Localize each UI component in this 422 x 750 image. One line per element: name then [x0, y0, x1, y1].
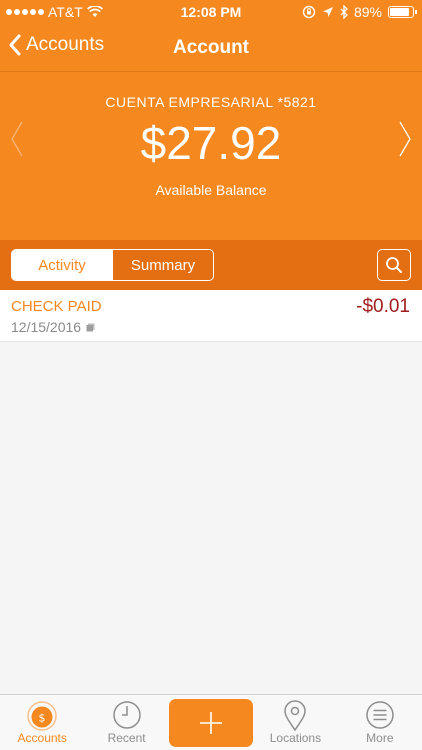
- tab-more[interactable]: More: [338, 695, 422, 750]
- battery-fill: [390, 8, 409, 16]
- map-pin-icon: [284, 700, 307, 732]
- tab-more-label: More: [366, 731, 394, 745]
- nav-bar: Accounts Account: [0, 24, 422, 72]
- battery-percent: 89%: [353, 4, 382, 20]
- rotation-lock-icon: [302, 5, 316, 19]
- status-right: 89%: [302, 4, 417, 20]
- plus-icon: [200, 711, 223, 734]
- account-name: CUENTA EMPRESARIAL *5821: [105, 94, 317, 110]
- activity-list: CHECK PAID 12/15/2016 -$0.01: [0, 290, 422, 694]
- tab-recent[interactable]: Recent: [84, 695, 168, 750]
- balance-panel: CUENTA EMPRESARIAL *5821 $27.92 Availabl…: [0, 72, 422, 240]
- transaction-description: CHECK PAID: [11, 298, 102, 315]
- svg-text:$: $: [39, 712, 46, 725]
- tab-accounts[interactable]: $ Accounts: [0, 695, 84, 750]
- back-button[interactable]: Accounts: [8, 34, 104, 56]
- tab-activity[interactable]: Activity: [12, 250, 112, 280]
- transaction-date: 12/15/2016: [11, 319, 82, 335]
- dollar-circle-icon: $: [27, 701, 57, 731]
- battery-icon: [388, 6, 417, 18]
- document-icon: [86, 323, 95, 331]
- tab-locations[interactable]: Locations: [253, 695, 337, 750]
- location-arrow-icon: [322, 7, 333, 17]
- chevron-right-icon: [399, 121, 411, 157]
- balance-label: Available Balance: [155, 182, 267, 198]
- tab-summary[interactable]: Summary: [112, 250, 213, 280]
- back-button-label: Accounts: [26, 34, 105, 55]
- balance-amount: $27.92: [140, 117, 282, 169]
- add-button-body: [169, 698, 254, 747]
- tab-bar: $ Accounts Recent Locations More: [0, 694, 422, 750]
- clock-icon: [112, 701, 141, 729]
- add-button[interactable]: [169, 695, 254, 750]
- tab-locations-label: Locations: [269, 731, 322, 745]
- transaction-row[interactable]: CHECK PAID 12/15/2016 -$0.01: [0, 290, 422, 342]
- bluetooth-icon: [340, 5, 348, 19]
- tab-recent-label: Recent: [107, 731, 146, 745]
- menu-icon: [366, 701, 394, 729]
- chevron-left-icon: [9, 34, 21, 56]
- transaction-date-line: 12/15/2016: [11, 319, 95, 335]
- status-bar: AT&T 12:08 PM 89%: [0, 0, 422, 24]
- search-button[interactable]: [377, 249, 411, 281]
- view-segmented-control: Activity Summary: [11, 249, 214, 281]
- next-account-button[interactable]: [398, 120, 412, 163]
- activity-toolbar: Activity Summary: [0, 240, 422, 290]
- transaction-amount: -$0.01: [356, 296, 410, 317]
- tab-accounts-label: Accounts: [17, 731, 67, 745]
- search-icon: [386, 257, 402, 273]
